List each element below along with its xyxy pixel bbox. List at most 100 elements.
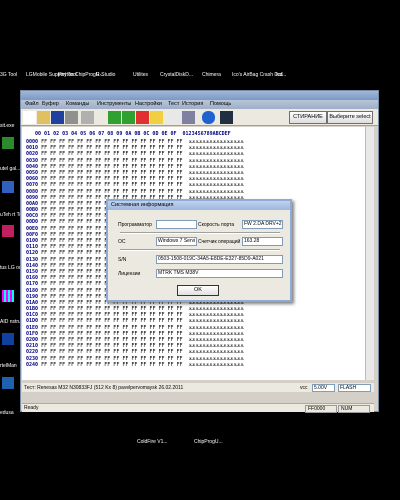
hex-row-address: 0230: [26, 355, 39, 362]
computer-icon[interactable]: [2, 333, 14, 345]
programmer-field: [156, 220, 197, 229]
hex-row-ascii: ѫѫѫѫѫѫѫѫѫѫѫѫѫѫѫѫ: [188, 361, 244, 368]
hex-row-bytes: FF FF FF FF FF FF FF FF FF FF FF FF FF F…: [41, 306, 183, 313]
hex-row-address: 0110: [26, 244, 39, 251]
menu-test[interactable]: Тест: [168, 101, 179, 107]
open-folder-icon[interactable]: [37, 111, 50, 124]
dialog-title[interactable]: Системная информация: [108, 201, 290, 210]
hex-row-address: 00F0: [26, 231, 39, 238]
desktop-icon-utel[interactable]: utel gal...: [0, 166, 20, 172]
erase-icon[interactable]: [150, 111, 163, 124]
desktop-icon-icd[interactable]: Icd: [276, 72, 283, 78]
programmer-label: Программатор: [118, 222, 152, 228]
hex-row-address: 0160: [26, 275, 39, 282]
desktop-icon-sit[interactable]: sit.exe: [0, 123, 14, 129]
hex-row-ascii: ѫѫѫѫѫѫѫѫѫѫѫѫѫѫѫѫ: [188, 157, 244, 164]
ok-button[interactable]: OK: [177, 285, 219, 296]
hex-row-address: 01A0: [26, 299, 39, 306]
hex-row-bytes: FF FF FF FF FF FF FF FF FF FF FF FF FF F…: [41, 361, 183, 368]
hex-row-address: 0020: [26, 151, 39, 158]
about-icon[interactable]: [202, 111, 215, 124]
hex-row-address: 0000: [26, 139, 39, 145]
blue-app-icon[interactable]: [2, 181, 14, 193]
hex-row-address: 0030: [26, 157, 39, 164]
striped-app-icon[interactable]: [2, 290, 14, 302]
erase-button[interactable]: СТИРАНИЕ: [289, 111, 327, 124]
save-icon[interactable]: [51, 111, 64, 124]
window-titlebar[interactable]: [21, 91, 378, 100]
info-icon[interactable]: [168, 111, 181, 124]
menu-help[interactable]: Помощь: [210, 101, 231, 107]
hex-row-address: 0240: [26, 361, 39, 368]
hex-row-bytes: FF FF FF FF FF FF FF FF FF FF FF FF FF F…: [41, 324, 183, 331]
vcc-label: vcc: [300, 385, 308, 391]
device-icon[interactable]: [81, 111, 94, 124]
read-icon[interactable]: [108, 111, 121, 124]
select-button[interactable]: Выберите select: [327, 111, 373, 124]
hex-row-address: 0100: [26, 238, 39, 244]
desktop-icon-rtelman[interactable]: rtelMan: [0, 363, 17, 369]
hex-row-ascii: ѫѫѫѫѫѫѫѫѫѫѫѫѫѫѫѫ: [188, 349, 244, 356]
sn-field: 0503-1508-019C-34A5-E8DE-E327-85D9-A021: [156, 255, 283, 264]
hex-row-address: 0050: [26, 169, 39, 176]
taskbar-item-coldfire[interactable]: ColdFire V1...: [137, 438, 168, 446]
license-label: Лицензии: [118, 271, 141, 277]
hex-row-bytes: FF FF FF FF FF FF FF FF FF FF FF FF FF F…: [41, 163, 183, 170]
system-info-dialog: Системная информация Программатор Скорос…: [106, 199, 292, 302]
desktop-icon-rstudio[interactable]: R-Studio: [96, 72, 115, 78]
green-app-icon[interactable]: [2, 137, 14, 149]
hex-row-ascii: ѫѫѫѫѫѫѫѫѫѫѫѫѫѫѫѫ: [188, 151, 244, 158]
new-file-icon[interactable]: [23, 111, 36, 124]
desktop-icon-utilites[interactable]: Utilites: [133, 72, 148, 78]
desktop-top-icons: 3G Tool LGMobile Support Tool Phyton Chi…: [0, 62, 400, 84]
ops-counter-label: Счетчик операций: [198, 239, 241, 245]
hex-row-address: 0070: [26, 182, 39, 189]
write-icon[interactable]: [136, 111, 149, 124]
hex-row-bytes: FF FF FF FF FF FF FF FF FF FF FF FF FF F…: [41, 145, 183, 152]
hex-row-address: 0210: [26, 343, 39, 350]
hex-row-ascii: ѫѫѫѫѫѫѫѫѫѫѫѫѫѫѫѫ: [188, 343, 244, 350]
hex-row: 0240 FF FF FF FF FF FF FF FF FF FF FF FF…: [26, 362, 244, 368]
hex-row-address: 0090: [26, 194, 39, 201]
device-select-icon[interactable]: [220, 111, 233, 124]
menu-file[interactable]: Файл: [25, 101, 39, 107]
status-bar: Ready FF0000 NUM: [22, 403, 374, 413]
vcc-select[interactable]: 5.00V: [312, 384, 335, 392]
hex-row-ascii: ѫѫѫѫѫѫѫѫѫѫѫѫѫѫѫѫ: [188, 169, 244, 176]
status-text: Ready: [24, 405, 39, 411]
globe-icon[interactable]: [2, 377, 14, 389]
hex-row-bytes: FF FF FF FF FF FF FF FF FF FF FF FF FF F…: [41, 139, 183, 145]
ops-counter-field: 163.28: [242, 237, 283, 246]
menu-buffer[interactable]: Буфер: [42, 101, 59, 107]
hex-row-ascii: ѫѫѫѫѫѫѫѫѫѫѫѫѫѫѫѫ: [188, 145, 244, 152]
protect-icon[interactable]: [182, 111, 195, 124]
desktop-left-icons: sit.exe utel gal... uTeh rt Tool tus LG …: [0, 95, 28, 416]
desktop-icon-3gtool[interactable]: 3G Tool: [0, 72, 17, 78]
verify-icon[interactable]: [122, 111, 135, 124]
chip-icon[interactable]: [65, 111, 78, 124]
speed-label: Скорость порта: [198, 222, 235, 228]
hex-row-address: 0190: [26, 293, 39, 300]
desktop-icon-crystaldisk[interactable]: CrystalDiskD...: [160, 72, 193, 78]
hex-row-bytes: FF FF FF FF FF FF FF FF FF FF FF FF FF F…: [41, 182, 183, 189]
menu-commands[interactable]: Команды: [66, 101, 89, 107]
hex-header: 00 01 02 03 04 05 06 07 08 09 0A 0B 0C 0…: [26, 131, 231, 137]
mode-select[interactable]: FLASH: [338, 384, 371, 392]
hex-row-address: 00D0: [26, 219, 39, 226]
hex-row-ascii: ѫѫѫѫѫѫѫѫѫѫѫѫѫѫѫѫ: [188, 176, 244, 183]
hex-row-bytes: FF FF FF FF FF FF FF FF FF FF FF FF FF F…: [41, 343, 183, 350]
status-address: FF0000: [305, 405, 337, 413]
hex-row-bytes: FF FF FF FF FF FF FF FF FF FF FF FF FF F…: [41, 188, 183, 195]
speed-field: FW 2.DA DRV+2: [242, 220, 283, 229]
menu-tools[interactable]: Инструменты: [97, 101, 131, 107]
menu-settings[interactable]: Настройки: [135, 101, 162, 107]
pink-app-icon[interactable]: [2, 225, 14, 237]
dialog-separator: [120, 249, 280, 251]
desktop-icon-edusa[interactable]: edusa: [0, 410, 14, 416]
desktop-icon-chimera[interactable]: Chimera: [202, 72, 221, 78]
hex-scrollbar[interactable]: [365, 127, 374, 380]
menu-history[interactable]: История: [182, 101, 203, 107]
hex-row-bytes: FF FF FF FF FF FF FF FF FF FF FF FF FF F…: [41, 318, 183, 325]
menu-bar: Файл Буфер Команды Инструменты Настройки…: [21, 100, 378, 109]
taskbar-item-chipprog[interactable]: ChipProgU...: [194, 438, 223, 446]
